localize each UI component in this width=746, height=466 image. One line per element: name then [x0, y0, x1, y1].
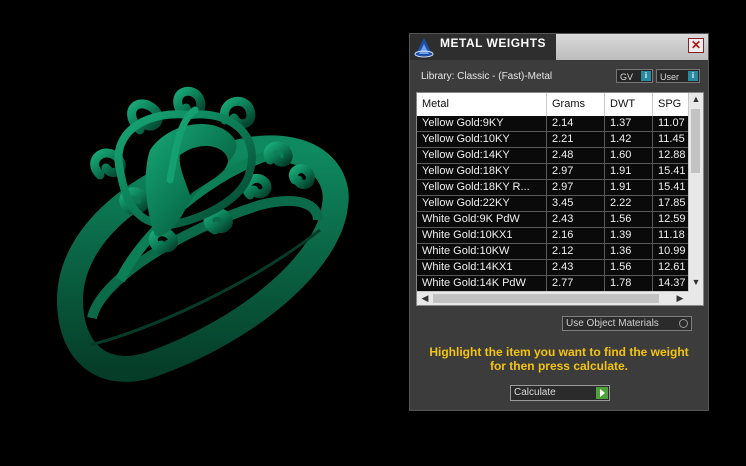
close-button[interactable]: ✕ — [688, 38, 704, 53]
table-row[interactable]: Yellow Gold:22KY 3.45 2.22 17.85 — [417, 196, 690, 212]
cell-grams: 2.48 — [547, 148, 605, 164]
cell-grams: 2.43 — [547, 260, 605, 276]
cell-metal: Yellow Gold:9KY — [417, 116, 547, 132]
table-row[interactable]: Yellow Gold:14KY 2.48 1.60 12.88 — [417, 148, 690, 164]
vertical-scroll-thumb[interactable] — [691, 109, 700, 173]
cell-dwt: 2.22 — [605, 196, 653, 212]
horizontal-scroll-thumb[interactable] — [433, 294, 659, 303]
user-label: User — [660, 72, 680, 82]
cell-spg: 17.85 — [653, 196, 690, 212]
cell-metal: Yellow Gold:18KY — [417, 164, 547, 180]
table-row[interactable]: White Gold:9K PdW 2.43 1.56 12.59 — [417, 212, 690, 228]
gv-info-icon[interactable]: i — [641, 71, 651, 81]
cell-metal: Yellow Gold:14KY — [417, 148, 547, 164]
cell-metal: White Gold:14KX1 — [417, 260, 547, 276]
cell-dwt: 1.42 — [605, 132, 653, 148]
table-row[interactable]: White Gold:14KX1 2.43 1.56 12.61 — [417, 260, 690, 276]
cell-grams: 2.16 — [547, 228, 605, 244]
table-row[interactable]: White Gold:10KX1 2.16 1.39 11.18 — [417, 228, 690, 244]
table-row[interactable]: Yellow Gold:9KY 2.14 1.37 11.07 — [417, 116, 690, 132]
library-label: Library: Classic - (Fast)-Metal — [421, 71, 553, 82]
hint-text: Highlight the item you want to find the … — [410, 345, 708, 373]
radio-icon[interactable] — [679, 319, 688, 328]
column-header-spg[interactable]: SPG — [653, 93, 690, 116]
table-header: Metal Grams DWT SPG — [417, 93, 690, 116]
title-bar-right — [556, 34, 708, 60]
cell-dwt: 1.37 — [605, 116, 653, 132]
horizontal-scrollbar[interactable]: ◀ ▶ — [417, 291, 690, 305]
user-toggle[interactable]: User i — [656, 69, 700, 83]
cell-metal: White Gold:10KW — [417, 244, 547, 260]
cell-metal: White Gold:10KX1 — [417, 228, 547, 244]
cell-dwt: 1.91 — [605, 164, 653, 180]
gv-label: GV — [620, 72, 634, 82]
cell-grams: 2.97 — [547, 180, 605, 196]
column-header-grams[interactable]: Grams — [547, 93, 605, 116]
table-row[interactable]: White Gold:14K PdW 2.77 1.78 14.37 — [417, 276, 690, 292]
title-bar[interactable]: METAL WEIGHTS ✕ — [410, 34, 708, 60]
cell-grams: 2.43 — [547, 212, 605, 228]
cell-grams: 2.14 — [547, 116, 605, 132]
cell-grams: 2.77 — [547, 276, 605, 292]
cell-spg: 12.88 — [653, 148, 690, 164]
cell-spg: 12.61 — [653, 260, 690, 276]
cell-spg: 12.59 — [653, 212, 690, 228]
play-icon[interactable] — [596, 387, 608, 399]
column-header-metal[interactable]: Metal — [417, 93, 547, 116]
scroll-left-icon[interactable]: ◀ — [418, 293, 432, 304]
cell-metal: Yellow Gold:10KY — [417, 132, 547, 148]
scroll-corner — [689, 291, 703, 305]
cell-grams: 2.12 — [547, 244, 605, 260]
cell-grams: 3.45 — [547, 196, 605, 212]
app-logo-icon — [414, 38, 434, 58]
scroll-right-icon[interactable]: ▶ — [673, 293, 687, 304]
column-header-dwt[interactable]: DWT — [605, 93, 653, 116]
user-info-icon[interactable]: i — [688, 71, 698, 81]
table-row[interactable]: Yellow Gold:18KY R... 2.97 1.91 15.41 — [417, 180, 690, 196]
calculate-button[interactable]: Calculate — [510, 385, 610, 401]
cell-metal: Yellow Gold:22KY — [417, 196, 547, 212]
cell-grams: 2.97 — [547, 164, 605, 180]
cell-spg: 15.41 — [653, 180, 690, 196]
table-row[interactable]: White Gold:10KW 2.12 1.36 10.99 — [417, 244, 690, 260]
cell-dwt: 1.36 — [605, 244, 653, 260]
dialog-title: METAL WEIGHTS — [440, 36, 547, 50]
cell-dwt: 1.39 — [605, 228, 653, 244]
cell-metal: White Gold:9K PdW — [417, 212, 547, 228]
cell-dwt: 1.56 — [605, 260, 653, 276]
scroll-up-icon[interactable]: ▲ — [689, 94, 703, 104]
cell-spg: 11.18 — [653, 228, 690, 244]
cell-dwt: 1.91 — [605, 180, 653, 196]
table-row[interactable]: Yellow Gold:10KY 2.21 1.42 11.45 — [417, 132, 690, 148]
metal-weights-dialog: METAL WEIGHTS ✕ Library: Classic - (Fast… — [409, 33, 709, 411]
cell-dwt: 1.78 — [605, 276, 653, 292]
use-object-materials-label: Use Object Materials — [566, 318, 659, 329]
hint-line-2: for then press calculate. — [489, 359, 629, 373]
cell-spg: 14.37 — [653, 276, 690, 292]
cell-metal: Yellow Gold:18KY R... — [417, 180, 547, 196]
calculate-label: Calculate — [514, 387, 556, 398]
metal-table[interactable]: Metal Grams DWT SPG Yellow Gold:9KY 2.14 1… — [416, 92, 704, 306]
cell-dwt: 1.60 — [605, 148, 653, 164]
use-object-materials-option[interactable]: Use Object Materials — [562, 316, 692, 331]
cell-metal: White Gold:14K PdW — [417, 276, 547, 292]
cell-grams: 2.21 — [547, 132, 605, 148]
vertical-scrollbar[interactable]: ▲ ▼ — [688, 93, 703, 291]
scroll-down-icon[interactable]: ▼ — [689, 277, 703, 287]
cell-spg: 11.45 — [653, 132, 690, 148]
hint-line-1: Highlight the item you want to find the … — [429, 345, 689, 359]
cell-spg: 10.99 — [653, 244, 690, 260]
table-row[interactable]: Yellow Gold:18KY 2.97 1.91 15.41 — [417, 164, 690, 180]
cell-dwt: 1.56 — [605, 212, 653, 228]
cell-spg: 15.41 — [653, 164, 690, 180]
gv-toggle[interactable]: GV i — [616, 69, 653, 83]
cell-spg: 11.07 — [653, 116, 690, 132]
